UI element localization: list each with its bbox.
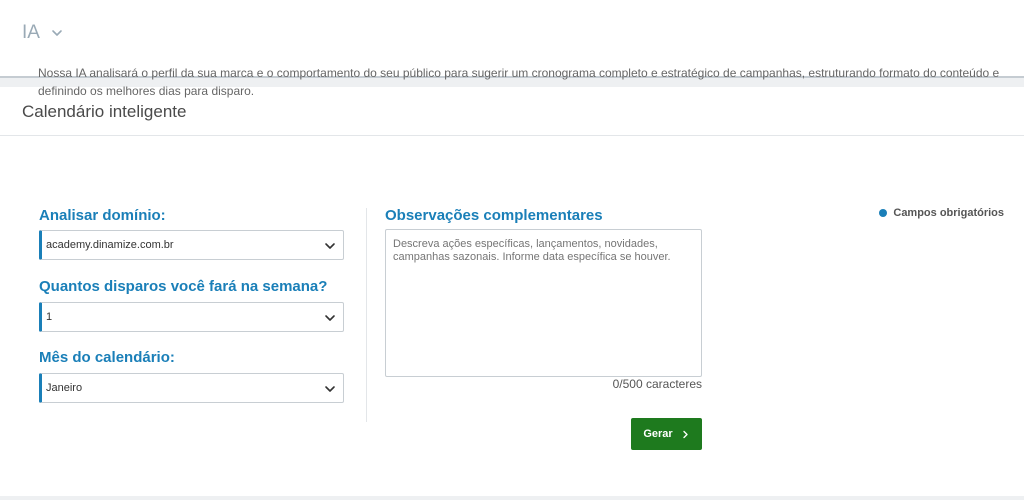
sends-per-week-value: 1 bbox=[46, 311, 53, 323]
notes-char-count: 0/500 caracteres bbox=[612, 377, 702, 391]
required-fields-text: Campos obrigatórios bbox=[893, 207, 1004, 219]
domain-select[interactable]: academy.dinamize.com.br bbox=[39, 230, 344, 260]
month-label: Mês do calendário: bbox=[39, 349, 175, 366]
month-select-value: Janeiro bbox=[46, 382, 83, 394]
required-dot-icon bbox=[879, 209, 888, 217]
chevron-down-icon bbox=[325, 243, 335, 249]
ia-menu-toggle[interactable]: IA bbox=[22, 22, 64, 44]
generate-button-label: Gerar bbox=[643, 428, 673, 440]
chevron-down-icon bbox=[52, 30, 62, 36]
sends-per-week-label: Quantos disparos você fará na semana? bbox=[39, 278, 328, 295]
domain-label: Analisar domínio: bbox=[39, 207, 166, 224]
sends-per-week-select[interactable]: 1 bbox=[39, 302, 344, 332]
panel-description: Nossa IA analisará o perfil da sua marca… bbox=[38, 66, 1000, 98]
chevron-right-icon bbox=[682, 430, 688, 438]
generate-button[interactable]: Gerar bbox=[631, 418, 702, 450]
month-select[interactable]: Janeiro bbox=[39, 373, 344, 403]
page-title: Calendário inteligente bbox=[22, 102, 187, 121]
chevron-down-icon bbox=[325, 386, 335, 392]
required-fields-legend: Campos obrigatórios bbox=[879, 207, 1004, 219]
notes-textarea[interactable] bbox=[385, 229, 702, 377]
domain-select-value: academy.dinamize.com.br bbox=[46, 239, 174, 251]
chevron-down-icon bbox=[325, 315, 335, 321]
bottom-band bbox=[0, 496, 1024, 500]
notes-label: Observações complementares bbox=[385, 207, 603, 224]
column-divider bbox=[366, 208, 367, 422]
brand-label: IA bbox=[22, 22, 40, 43]
title-divider bbox=[0, 135, 1024, 136]
